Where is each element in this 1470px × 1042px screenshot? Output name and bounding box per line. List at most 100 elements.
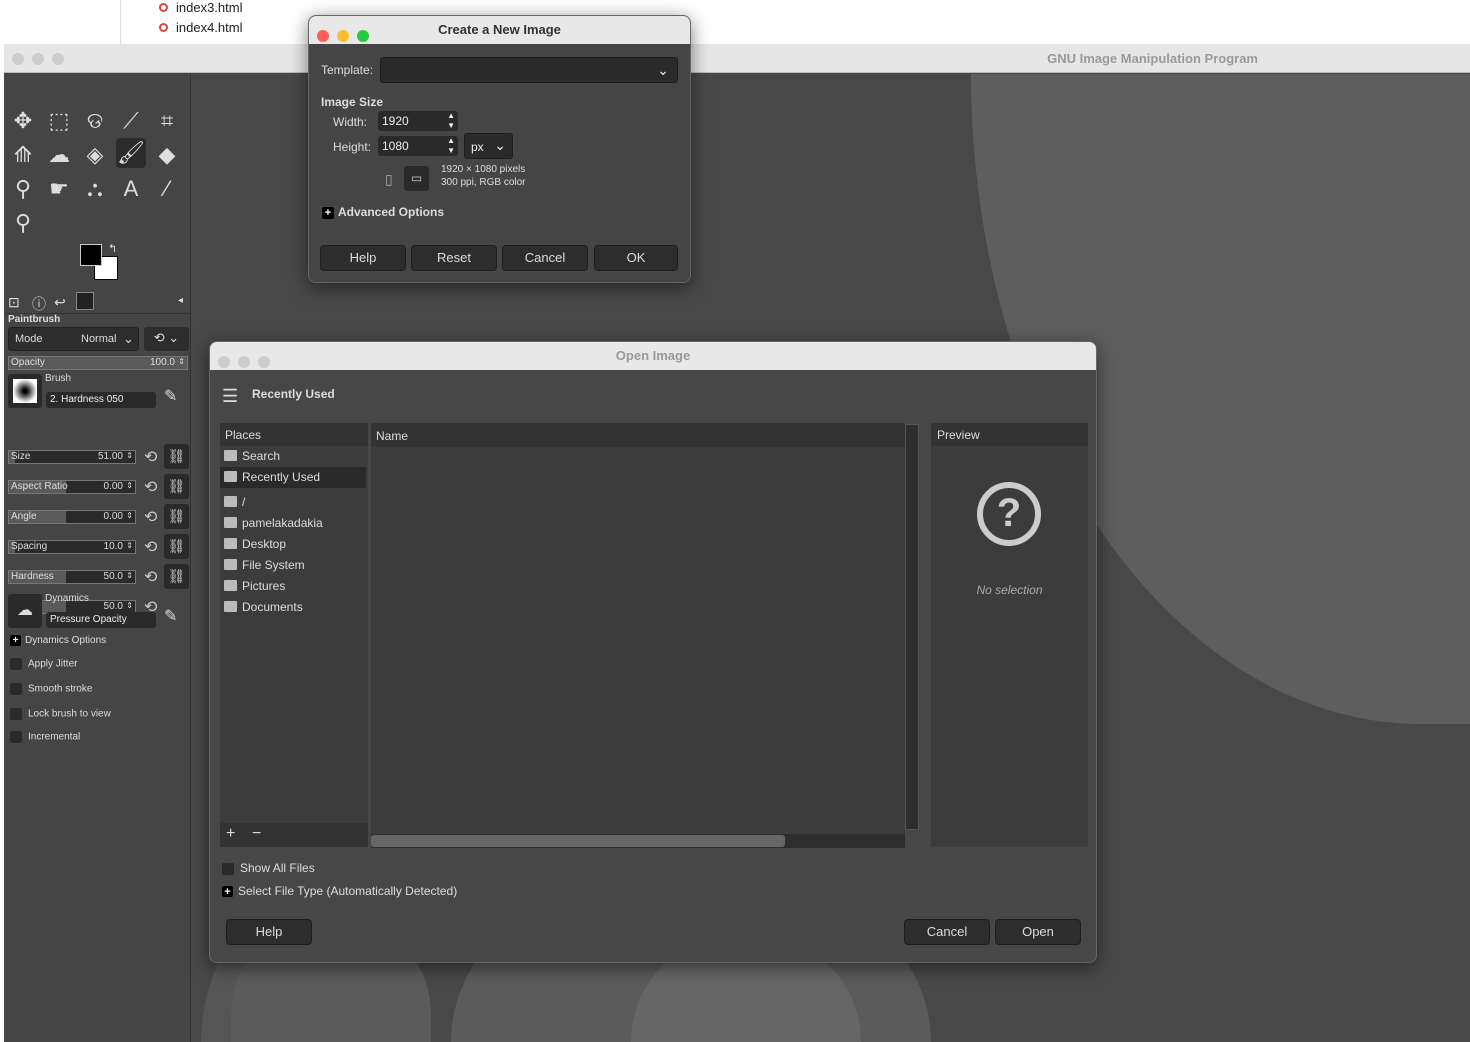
smooth-stroke-checkbox[interactable]: Smooth stroke xyxy=(10,683,92,695)
show-all-files-checkbox[interactable]: Show All Files xyxy=(222,861,315,875)
undo-history-tab-icon[interactable]: ↩ xyxy=(54,294,66,311)
smudge-tool-icon[interactable]: ☛ xyxy=(44,174,74,204)
reset-icon[interactable]: ⟲ xyxy=(144,477,157,497)
help-button[interactable]: Help xyxy=(320,245,406,271)
crop-tool-icon[interactable]: ⌗ xyxy=(152,106,182,136)
place-item[interactable]: Search xyxy=(220,446,366,467)
rect-select-tool-icon[interactable]: ⬚ xyxy=(44,106,74,136)
link-icon[interactable]: ⛓ xyxy=(164,534,189,559)
color-picker-tool-icon[interactable]: ⁄ xyxy=(152,174,182,204)
window-controls[interactable] xyxy=(317,24,377,52)
opacity-slider[interactable]: Opacity 100.0 ⇕ xyxy=(8,356,188,370)
unit-select[interactable]: px ⌄ xyxy=(464,133,513,159)
cancel-button[interactable]: Cancel xyxy=(502,245,588,271)
reset-mode-button[interactable]: ⟲ ⌄ xyxy=(144,327,189,351)
lock-brush-checkbox[interactable]: Lock brush to view xyxy=(10,708,111,720)
apply-jitter-checkbox[interactable]: Apply Jitter xyxy=(10,658,77,670)
spin-icon[interactable]: ▲ ▼ xyxy=(447,111,455,131)
vertical-scrollbar[interactable] xyxy=(905,424,919,830)
aspect-ratio-slider[interactable]: Aspect Ratio 0.00 ⇕ xyxy=(8,480,136,494)
place-item[interactable]: Documents xyxy=(220,597,366,618)
tool-options-title: Paintbrush xyxy=(8,314,61,325)
reset-icon[interactable]: ⟲ xyxy=(144,537,157,557)
horizontal-scrollbar[interactable] xyxy=(371,834,905,848)
edit-brush-icon[interactable]: ✎ xyxy=(164,386,177,406)
zoom-tool-icon[interactable]: ⚲ xyxy=(8,208,38,238)
mode-select[interactable]: Mode Normal ⌄ xyxy=(8,327,139,351)
folder-icon xyxy=(224,580,237,591)
folder-icon xyxy=(224,538,237,549)
tool-options-tab-icon[interactable]: ⊡ xyxy=(8,294,20,311)
brush-name-field[interactable]: 2. Hardness 050 xyxy=(46,392,156,408)
cancel-button[interactable]: Cancel xyxy=(904,919,990,945)
file-type-expander[interactable]: + Select File Type (Automatically Detecte… xyxy=(222,884,457,898)
eraser-tool-icon[interactable]: ◆ xyxy=(152,140,182,170)
reset-icon[interactable]: ⟲ xyxy=(144,507,157,527)
paths-tool-icon[interactable]: ⛬ xyxy=(80,174,110,204)
dynamics-options-expander[interactable]: + Dynamics Options xyxy=(10,635,106,646)
open-button[interactable]: Open xyxy=(995,919,1081,945)
remove-bookmark-icon[interactable]: − xyxy=(252,825,261,843)
brush-preview[interactable] xyxy=(8,374,42,408)
template-select[interactable]: ⌄ xyxy=(380,57,678,83)
device-status-tab-icon[interactable]: ⓘ xyxy=(32,294,46,314)
landscape-icon[interactable]: ▭ xyxy=(404,166,429,191)
lasso-tool-icon[interactable]: ଡ xyxy=(80,106,110,136)
reset-icon[interactable]: ⟲ xyxy=(144,567,157,587)
chevron-down-icon: ⌄ xyxy=(123,331,134,346)
file-list[interactable]: Name xyxy=(371,423,905,848)
size-slider[interactable]: Size 51.00 ⇕ xyxy=(8,450,136,464)
place-item[interactable]: File System xyxy=(220,555,366,576)
angle-slider[interactable]: Angle 0.00 ⇕ xyxy=(8,510,136,524)
fuzzy-select-tool-icon[interactable]: ⟋ xyxy=(116,106,146,136)
advanced-options-expander[interactable]: + Advanced Options xyxy=(322,205,444,219)
slider-value: 10.0 xyxy=(103,541,123,552)
height-input[interactable]: 1080 ▲ ▼ xyxy=(378,136,458,156)
clone-tool-icon[interactable]: ⚲ xyxy=(8,174,38,204)
name-column-header[interactable]: Name xyxy=(371,423,905,447)
browser-tab[interactable]: index4.html xyxy=(159,20,242,35)
edit-dynamics-icon[interactable]: ✎ xyxy=(164,606,177,626)
window-controls[interactable] xyxy=(218,350,278,378)
place-item[interactable]: / xyxy=(220,492,366,513)
warp-tool-icon[interactable]: ☁ xyxy=(44,140,74,170)
foreground-color-swatch[interactable] xyxy=(80,244,102,266)
swap-colors-icon[interactable]: ↰ xyxy=(108,242,117,255)
paintbrush-tool-icon[interactable]: 🖌 xyxy=(116,138,146,168)
hardness-slider[interactable]: Hardness 50.0 ⇕ xyxy=(8,570,136,584)
ok-button[interactable]: OK xyxy=(594,245,678,271)
bucket-fill-tool-icon[interactable]: ◈ xyxy=(80,140,110,170)
place-label: Recently Used xyxy=(242,470,321,484)
dock-tabs: ⊡ ⓘ ↩ ◂ xyxy=(6,292,191,314)
portrait-icon[interactable]: ▯ xyxy=(385,171,393,188)
move-tool-icon[interactable]: ✥ xyxy=(8,106,38,136)
place-item[interactable]: Desktop xyxy=(220,534,366,555)
places-header: Places xyxy=(220,423,368,446)
spin-icon[interactable]: ▲ ▼ xyxy=(447,136,455,156)
link-icon[interactable]: ⛓ xyxy=(164,474,189,499)
help-button[interactable]: Help xyxy=(226,919,312,945)
link-icon[interactable]: ⛓ xyxy=(164,504,189,529)
panel-menu-icon[interactable]: ◂ xyxy=(178,295,183,306)
dynamics-name-field[interactable]: Pressure Opacity xyxy=(46,612,156,628)
width-input[interactable]: 1920 ▲ ▼ xyxy=(378,111,458,131)
browser-tab[interactable]: index3.html xyxy=(159,0,242,15)
link-icon[interactable]: ⛓ xyxy=(164,564,189,589)
dynamics-preview[interactable]: ☁ xyxy=(8,594,42,628)
window-controls[interactable] xyxy=(12,53,72,68)
images-tab-icon[interactable] xyxy=(76,292,94,310)
link-icon[interactable]: ⛓ xyxy=(164,444,189,469)
transform-tool-icon[interactable]: ⟰ xyxy=(8,140,38,170)
text-tool-icon[interactable]: A xyxy=(116,174,146,204)
place-item[interactable]: pamelakadakia xyxy=(220,513,366,534)
reset-button[interactable]: Reset xyxy=(411,245,497,271)
add-bookmark-icon[interactable]: + xyxy=(226,825,235,843)
incremental-checkbox[interactable]: Incremental xyxy=(10,731,80,743)
place-item[interactable]: Recently Used xyxy=(220,467,366,488)
spacing-slider[interactable]: Spacing 10.0 ⇕ xyxy=(8,540,136,554)
preview-header: Preview xyxy=(931,423,1088,446)
place-item[interactable]: Pictures xyxy=(220,576,366,597)
reset-icon[interactable]: ⟲ xyxy=(144,447,157,467)
window-title: GNU Image Manipulation Program xyxy=(1047,51,1258,66)
folder-icon xyxy=(224,496,237,507)
